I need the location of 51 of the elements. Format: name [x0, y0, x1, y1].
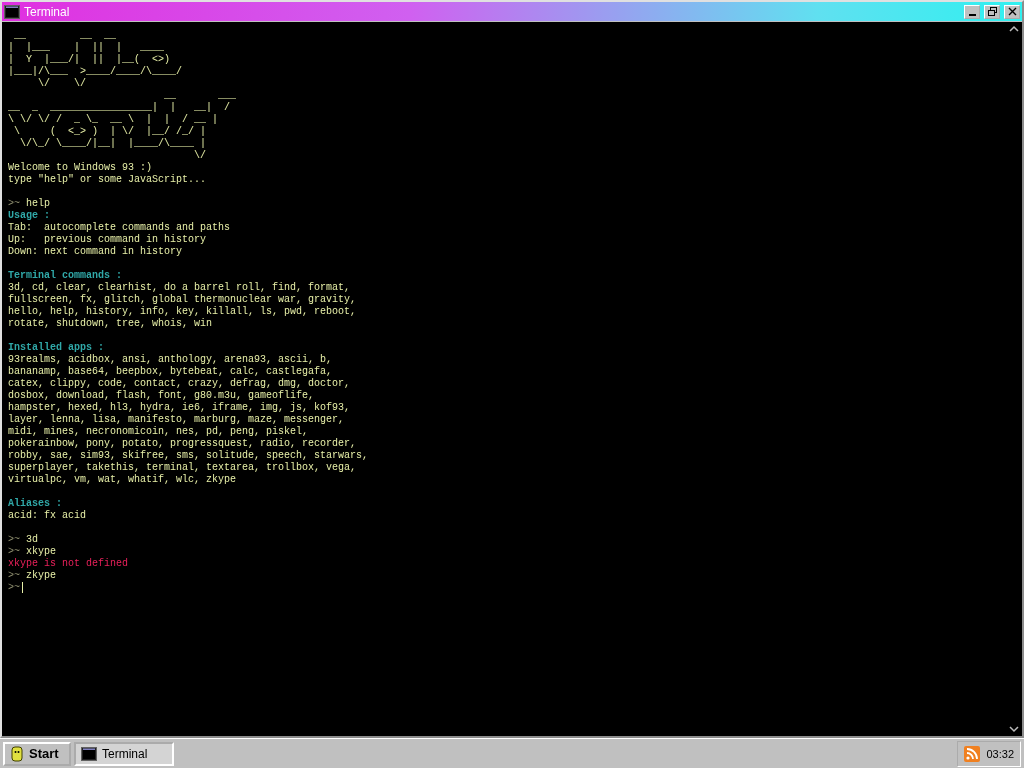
terminal-output: Welcome to Windows 93 :)	[8, 162, 153, 174]
terminal-output: 3d, cd, clear, clearhist, do a barrel roll, find, format,	[8, 282, 351, 294]
terminal-output: rotate, shutdown, tree, whois, win	[8, 318, 213, 330]
close-button[interactable]	[1004, 4, 1020, 19]
prompt-symbol: >~	[8, 546, 20, 558]
start-logo-icon	[9, 745, 25, 762]
start-button[interactable]: Start	[3, 741, 71, 766]
close-icon	[1007, 7, 1017, 16]
section-heading: Installed apps :	[8, 342, 104, 354]
terminal-output: virtualpc, vm, wat, whatif, wlc, zkype	[8, 474, 237, 486]
command-text: zkype	[26, 570, 57, 582]
restore-icon	[987, 7, 997, 16]
terminal-output: fullscreen, fx, glitch, global thermonuclear war, gravity,	[8, 294, 357, 306]
terminal-output: pokerainbow, pony, potato, progressquest, radio, recorder,	[8, 438, 357, 450]
terminal-output: Tab: autocomplete commands and paths	[8, 222, 231, 234]
terminal-output: acid: fx acid	[8, 510, 86, 522]
minimize-icon	[968, 13, 976, 16]
minimize-button[interactable]	[964, 4, 980, 19]
section-heading: Terminal commands :	[8, 270, 123, 282]
terminal-output: type "help" or some JavaScript...	[8, 174, 207, 186]
taskbar-task[interactable]: Terminal	[74, 741, 174, 766]
section-heading: Usage :	[8, 210, 50, 222]
terminal-icon	[81, 746, 97, 761]
error-message: xkype is not defined	[8, 558, 129, 570]
terminal-output: 93realms, acidbox, ansi, anthology, arena93, ascii, b,	[8, 354, 333, 366]
terminal-output: catex, clippy, code, contact, crazy, defrag, dmg, doctor,	[8, 378, 351, 390]
ascii-art-text: __ __ __ | |___ | || | ____ | Y |___/| || |__( <>) |___|/\___ >____/____/\____/ \/ \/ __ ___ __ _ _________________| | __| / \ \/ \/ / _ \_ __ \ | | / __ | \ ( <_> ) | \/ |__/ /_/ | \/\_/ \____/|__| |____/\____ | \/	[8, 30, 237, 162]
clock: 03:32	[986, 747, 1014, 760]
terminal-output: dosbox, download, flash, font, g80.m3u, gameoflife,	[8, 390, 315, 402]
prompt-symbol: >~	[8, 198, 20, 210]
terminal-output: superplayer, takethis, terminal, textarea, trollbox, vega,	[8, 462, 357, 474]
terminal-output: layer, lenna, lisa, manifesto, marburg, maze, messenger,	[8, 414, 345, 426]
terminal-output: bananamp, base64, beepbox, bytebeat, calc, castlegafa,	[8, 366, 333, 378]
section-heading: Aliases :	[8, 498, 62, 510]
command-text: 3d	[26, 534, 39, 546]
terminal-output: Up: previous command in history	[8, 234, 207, 246]
restore-button[interactable]	[984, 4, 1000, 19]
terminal-output: hello, help, history, info, key, killall, ls, pwd, reboot,	[8, 306, 357, 318]
terminal-output: Down: next command in history	[8, 246, 183, 258]
prompt-symbol: >~	[8, 582, 20, 595]
text-cursor	[22, 582, 23, 593]
window-title: Terminal	[24, 4, 71, 19]
terminal-output: hampster, hexed, hl3, hydra, ie6, iframe, img, js, kof93,	[8, 402, 351, 414]
command-text: help	[26, 198, 51, 210]
prompt-symbol: >~	[8, 534, 20, 546]
prompt-symbol: >~	[8, 570, 20, 582]
terminal-output: midi, mines, necronomicoin, nes, pd, peng, piskel,	[8, 426, 309, 438]
rss-feed-icon[interactable]	[964, 745, 981, 762]
terminal-icon	[4, 4, 20, 19]
command-text: xkype	[26, 546, 57, 558]
terminal-output: robby, sae, sim93, skifree, sms, solitude, speech, starwars,	[8, 450, 369, 462]
